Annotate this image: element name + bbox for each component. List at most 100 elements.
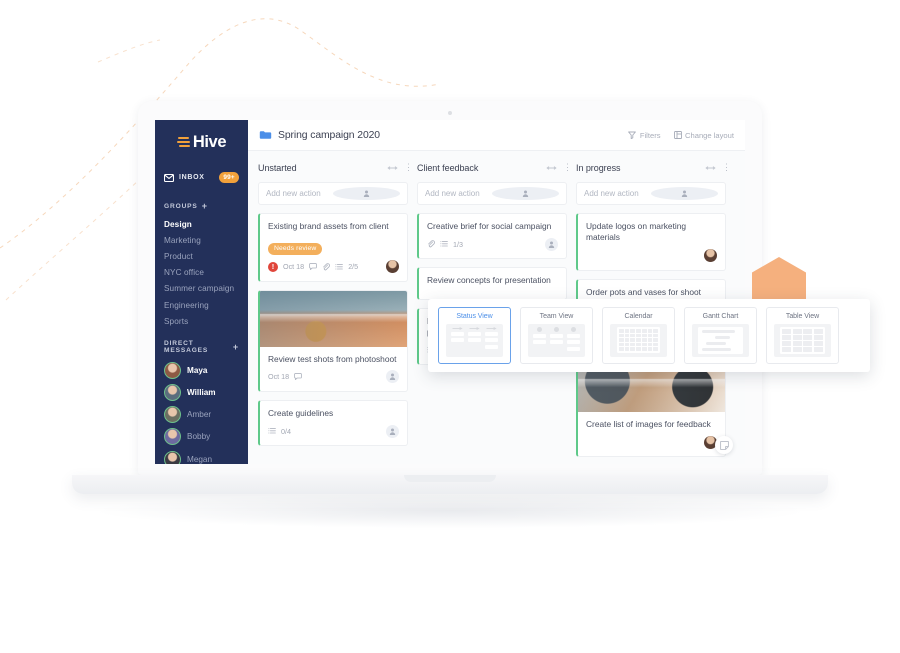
- arrow-right-icon: [452, 327, 463, 330]
- dm-item-bobby[interactable]: Bobby: [155, 426, 248, 448]
- card-title: Existing brand assets from client: [268, 221, 389, 231]
- dm-name: Megan: [187, 454, 213, 464]
- card-meta-row: ! Oct 18 2/5: [268, 260, 399, 274]
- dm-name: William: [187, 388, 216, 398]
- card-body: Create guidelines 0/4: [260, 401, 407, 445]
- column-menu-icon[interactable]: ⋮: [722, 162, 731, 172]
- task-card[interactable]: Creative brief for social campaign 1/3: [417, 213, 567, 260]
- subtask-count: 1/3: [453, 239, 463, 249]
- assignee-placeholder[interactable]: [651, 187, 718, 200]
- priority-exclamation-icon[interactable]: !: [268, 261, 278, 272]
- dm-item-megan[interactable]: Megan: [155, 448, 248, 464]
- card-meta-row: 1/3: [427, 237, 558, 251]
- due-date[interactable]: Oct 18: [268, 372, 289, 381]
- avatar: [164, 428, 181, 446]
- groups-label: GROUPS: [164, 203, 198, 210]
- column-title: Client feedback: [417, 162, 479, 173]
- person-placeholder-icon: [363, 190, 370, 197]
- card-body: Create list of images for feedback: [578, 412, 725, 456]
- sidebar-item-design[interactable]: Design: [155, 216, 248, 232]
- card-title: Create list of images for feedback: [586, 419, 711, 430]
- collapse-column-icon[interactable]: [546, 165, 557, 170]
- assignee-placeholder[interactable]: [386, 424, 399, 438]
- change-layout-button[interactable]: Change layout: [673, 130, 734, 140]
- comment-icon: [294, 373, 303, 380]
- column-menu-icon[interactable]: ⋮: [404, 162, 413, 172]
- collapse-column-icon[interactable]: [387, 165, 398, 170]
- avatar[interactable]: [704, 249, 717, 262]
- person-placeholder-icon: [681, 190, 688, 197]
- sidebar-item-inbox[interactable]: INBOX 99+: [155, 166, 248, 189]
- column-title: In progress: [576, 162, 621, 173]
- layout-option-calendar[interactable]: Calendar: [602, 307, 675, 364]
- card-title: Creative brief for social campaign: [427, 221, 552, 231]
- sidebar: Hive INBOX 99+ GROUPS + Design Marketing P…: [155, 120, 248, 464]
- layout-option-table-view[interactable]: Table View: [766, 307, 839, 364]
- main-panel: Spring campaign 2020 Filters Change layo…: [248, 120, 745, 464]
- assignee-placeholder[interactable]: [333, 187, 400, 200]
- avatar: [164, 406, 181, 424]
- layout-option-label: Table View: [785, 313, 820, 320]
- dm-item-william[interactable]: William: [155, 382, 248, 404]
- status-badge[interactable]: Needs review: [268, 242, 323, 255]
- layout-option-team-view[interactable]: Team View: [520, 307, 593, 364]
- task-card[interactable]: Update logos on marketing materials: [576, 213, 726, 271]
- task-card[interactable]: Review concepts for presentation: [417, 267, 567, 300]
- layout-option-status-view[interactable]: Status View: [438, 307, 511, 364]
- laptop-base: [72, 475, 828, 494]
- person-icon: [537, 327, 542, 332]
- assignee-placeholder[interactable]: [386, 370, 399, 384]
- add-dm-plus-icon[interactable]: +: [233, 342, 239, 352]
- add-new-action-input[interactable]: Add new action: [576, 182, 726, 205]
- dm-item-maya[interactable]: Maya: [155, 359, 248, 381]
- laptop-notch: [404, 475, 496, 482]
- task-card[interactable]: Existing brand assets from client Needs r…: [258, 213, 408, 282]
- avatar: [164, 384, 181, 402]
- sidebar-item-product[interactable]: Product: [155, 248, 248, 264]
- task-card[interactable]: Create guidelines 0/4: [258, 399, 408, 447]
- add-new-action-input[interactable]: Add new action: [417, 182, 567, 205]
- table-grid-icon: [780, 327, 825, 354]
- thumbnail-column: [485, 327, 499, 349]
- screenshot-root: Hive INBOX 99+ GROUPS + Design Marketing P…: [0, 0, 900, 653]
- sidebar-item-sports[interactable]: Sports: [155, 313, 248, 329]
- assignee-placeholder[interactable]: [492, 187, 559, 200]
- layout-picker-popup[interactable]: Status View Team View Calendar Gantt Chart T…: [428, 299, 870, 372]
- person-placeholder-icon: [522, 190, 529, 197]
- layout-option-label: Gantt Chart: [702, 313, 739, 320]
- assignee-placeholder[interactable]: [545, 237, 558, 251]
- card-title: Review test shots from photoshoot: [268, 353, 397, 364]
- add-group-plus-icon[interactable]: +: [202, 202, 208, 211]
- avatar[interactable]: [386, 260, 399, 274]
- change-layout-label: Change layout: [685, 130, 734, 140]
- sidebar-item-marketing[interactable]: Marketing: [155, 232, 248, 248]
- column-menu-icon[interactable]: ⋮: [563, 162, 572, 172]
- card-meta-row: [586, 435, 717, 449]
- task-card[interactable]: Review test shots from photoshoot Oct 18: [258, 289, 408, 392]
- person-placeholder-icon: [389, 373, 396, 381]
- add-new-action-placeholder: Add new action: [266, 189, 321, 198]
- dm-section-header: DIRECT MESSAGES +: [155, 340, 248, 354]
- subtask-count: 2/5: [348, 262, 359, 272]
- dm-item-amber[interactable]: Amber: [155, 404, 248, 426]
- card-title: Create guidelines: [268, 407, 334, 418]
- sidebar-item-engineering[interactable]: Engineering: [155, 297, 248, 313]
- sticky-note-fab-button[interactable]: [715, 436, 733, 454]
- brand-logo[interactable]: Hive: [155, 120, 248, 160]
- layout-option-label: Status View: [456, 313, 493, 320]
- arrow-right-icon: [469, 327, 480, 330]
- filters-label: Filters: [639, 130, 661, 140]
- filter-icon: [628, 131, 637, 139]
- add-new-action-input[interactable]: Add new action: [258, 182, 408, 205]
- layout-option-gantt-chart[interactable]: Gantt Chart: [684, 307, 757, 364]
- add-new-action-placeholder: Add new action: [425, 189, 480, 198]
- sidebar-item-summer-campaign[interactable]: Summer campaign: [155, 281, 248, 297]
- card-body: Creative brief for social campaign 1/3: [419, 214, 566, 258]
- thumbnail-column: [567, 327, 581, 351]
- sidebar-item-label: Marketing: [164, 235, 201, 245]
- sidebar-item-label: Engineering: [164, 300, 209, 310]
- collapse-column-icon[interactable]: [705, 165, 716, 170]
- due-date[interactable]: Oct 18: [283, 262, 304, 271]
- filters-button[interactable]: Filters: [628, 130, 661, 140]
- sidebar-item-nyc-office[interactable]: NYC office: [155, 265, 248, 281]
